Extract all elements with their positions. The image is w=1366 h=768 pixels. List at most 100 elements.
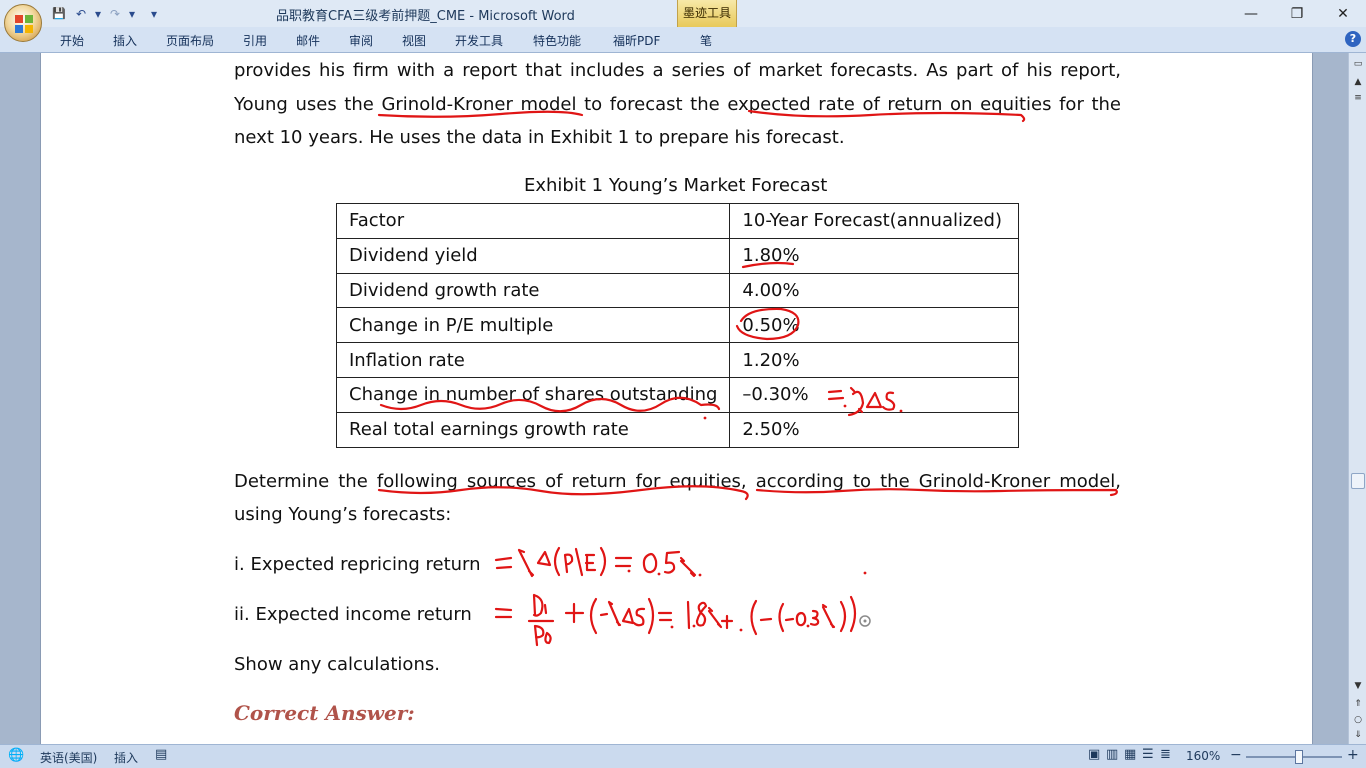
table-row: Change in number of shares outstanding –… [335, 376, 1020, 413]
browse-object-icon[interactable]: ○ [1351, 713, 1365, 727]
ink-percent [707, 606, 723, 629]
ink-digit [809, 609, 820, 626]
undo-dropdown-icon[interactable]: ▾ [94, 5, 102, 23]
exhibit-table: Factor 10-Year Forecast(annualized) Divi… [335, 203, 1020, 448]
window-title: 品职教育CFA三级考前押题_CME - Microsoft Word [276, 9, 575, 24]
ink-digit [795, 611, 807, 627]
scroll-down-icon[interactable]: ▼ [1351, 679, 1365, 693]
macro-record-icon[interactable]: ▤ [155, 747, 167, 762]
paragraph-line: Determine the following sources of retur… [234, 471, 1121, 492]
full-screen-reading-icon[interactable]: ▥ [1106, 747, 1118, 762]
help-icon[interactable]: ? [1345, 31, 1361, 47]
ink-dot [692, 624, 696, 628]
tab-insert[interactable]: 插入 [113, 32, 137, 49]
save-icon[interactable]: 💾 [50, 5, 68, 23]
ink-digit [686, 600, 691, 630]
ink-percent [679, 556, 697, 578]
globe-check-icon[interactable]: 🌐 [8, 748, 24, 763]
zoom-in-button[interactable]: + [1347, 747, 1359, 763]
scroll-thumb[interactable] [1351, 473, 1365, 489]
tab-developer[interactable]: 开发工具 [455, 32, 503, 49]
ink-dot [627, 569, 631, 573]
table-row: Inflation rate 1.20% [335, 342, 1020, 378]
table-row: Real total earnings growth rate 2.50% [335, 411, 1020, 448]
table-row: Dividend yield 1.80% [335, 237, 1020, 274]
table-cell: 2.50% [729, 411, 1020, 448]
ink-dot [698, 573, 702, 577]
exhibit-caption: Exhibit 1 Young’s Market Forecast [524, 175, 828, 196]
zoom-level[interactable]: 160% [1186, 749, 1220, 763]
next-page-icon[interactable]: ⇓ [1351, 728, 1365, 742]
undo-icon[interactable]: ↶ [72, 5, 90, 23]
paragraph-line: using Young’s forecasts: [234, 504, 452, 525]
tab-home[interactable]: 开始 [60, 32, 84, 49]
zoom-slider-thumb[interactable] [1295, 750, 1303, 764]
tab-pen[interactable]: 笔 [700, 32, 712, 49]
office-button[interactable] [4, 4, 42, 42]
ink-digit [695, 601, 708, 627]
ruler-toggle-icon[interactable]: ▭ [1351, 57, 1365, 71]
ink-pe [563, 547, 597, 577]
draft-view-icon[interactable]: ≣ [1160, 747, 1171, 762]
table-cell: Change in number of shares outstanding [335, 376, 731, 413]
zoom-slider-track[interactable] [1246, 756, 1342, 758]
title-bar: 💾 ↶ ▾ ↷ ▾ ▾ 品职教育CFA三级考前押题_CME - Microsof… [0, 0, 1366, 27]
table-cell: 1.80% [729, 237, 1020, 274]
outline-view-icon[interactable]: ☰ [1142, 747, 1154, 762]
table-cell: Real total earnings growth rate [335, 411, 731, 448]
ink-minus [784, 617, 795, 622]
ink-cursor-center [863, 619, 867, 623]
zoom-out-button[interactable]: − [1230, 747, 1242, 763]
ink-dot [863, 571, 867, 575]
print-layout-view-icon[interactable]: ▣ [1088, 747, 1100, 762]
tab-review[interactable]: 审阅 [349, 32, 373, 49]
ink-paren [750, 599, 758, 636]
table-row: Change in P/E multiple 0.50% [335, 307, 1020, 344]
web-layout-icon[interactable]: ▦ [1124, 747, 1136, 762]
paragraph-line: Young uses the Grinold-Kroner model to f… [234, 94, 1121, 115]
ink-plus [564, 602, 585, 624]
split-handle-icon[interactable]: ≡ [1351, 91, 1365, 105]
tab-references[interactable]: 引用 [243, 32, 267, 49]
ink-dot [670, 625, 674, 629]
ink-percent [821, 603, 836, 629]
tab-view[interactable]: 视图 [402, 32, 426, 49]
ink-dot [657, 572, 661, 576]
ribbon-tab-bar: 开始 插入 页面布局 引用 邮件 审阅 视图 开发工具 特色功能 福昕PDF 笔… [0, 27, 1366, 53]
restore-button[interactable]: ❐ [1274, 0, 1320, 27]
question-item-2: ii. Expected income return [234, 604, 472, 625]
vertical-scrollbar[interactable]: ▭ ▲ ≡ ▼ ⇑ ○ ⇓ [1348, 53, 1366, 744]
ink-equals-sign [494, 556, 513, 570]
ink-dot [806, 624, 810, 628]
ink-s [632, 607, 646, 627]
ink-paren [647, 597, 655, 635]
office-logo-icon [15, 15, 33, 33]
previous-page-icon[interactable]: ⇑ [1351, 697, 1365, 711]
ink-delta [536, 550, 552, 567]
ink-paren [589, 597, 598, 635]
document-page[interactable]: provides his firm with a report that inc… [40, 53, 1313, 744]
redo-icon[interactable]: ↷ [106, 5, 124, 23]
ink-equals-sign [614, 556, 633, 568]
document-area: provides his firm with a report that inc… [0, 53, 1348, 744]
table-cell: Dividend growth rate [335, 272, 731, 309]
tab-page-layout[interactable]: 页面布局 [166, 32, 214, 49]
customize-toolbar-icon[interactable]: ▾ [148, 5, 160, 23]
ink-dot [739, 628, 743, 632]
instruction-text: Show any calculations. [234, 654, 440, 675]
redo-dropdown-icon[interactable]: ▾ [128, 5, 136, 23]
ink-minus [599, 612, 609, 617]
close-button[interactable]: ✕ [1320, 0, 1366, 27]
tab-special-features[interactable]: 特色功能 [533, 32, 581, 49]
ink-paren [849, 595, 857, 633]
scroll-up-icon[interactable]: ▲ [1351, 75, 1365, 89]
language-indicator[interactable]: 英语(美国) [40, 749, 97, 766]
table-cell: –0.30% [729, 376, 1020, 413]
ink-p0 [533, 624, 552, 647]
tab-mailings[interactable]: 邮件 [296, 32, 320, 49]
minimize-button[interactable]: — [1228, 0, 1274, 27]
tab-foxit-pdf[interactable]: 福昕PDF [613, 32, 660, 49]
insert-mode-indicator[interactable]: 插入 [114, 749, 138, 766]
ink-d1 [532, 593, 548, 617]
ink-plus [720, 614, 734, 630]
